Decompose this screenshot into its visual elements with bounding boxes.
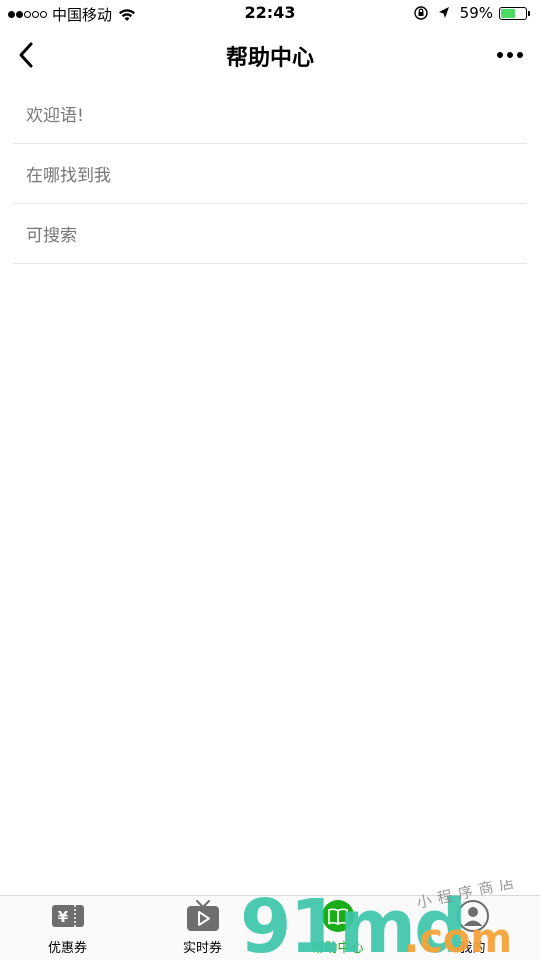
- page-title: 帮助中心: [225, 46, 314, 71]
- tab-label: 实时券: [182, 941, 222, 956]
- coupon-icon: ¥: [51, 905, 84, 927]
- more-dot: [497, 52, 503, 58]
- tab-coupons[interactable]: ¥ 优惠券: [0, 896, 135, 960]
- user-icon: [456, 900, 489, 932]
- more-button[interactable]: [490, 40, 530, 70]
- list-item-where-to-find[interactable]: 在哪找到我: [13, 144, 527, 204]
- more-dot: [517, 52, 523, 58]
- tab-label: 我的: [459, 941, 486, 956]
- tab-help-center[interactable]: 帮助中心: [270, 896, 405, 960]
- help-list: 欢迎语! 在哪找到我 可搜索: [13, 84, 527, 264]
- nav-bar: 帮助中心: [0, 28, 540, 84]
- tv-play-icon: [186, 900, 219, 931]
- more-dot: [507, 52, 513, 58]
- battery-cap: [528, 10, 530, 16]
- status-bar: 中国移动 22:43 59%: [0, 0, 540, 28]
- list-item-welcome[interactable]: 欢迎语!: [13, 84, 527, 144]
- tab-mine[interactable]: 我的: [405, 896, 540, 960]
- list-item-searchable[interactable]: 可搜索: [13, 204, 527, 264]
- location-arrow-icon: [438, 7, 449, 18]
- tab-bar: ¥ 优惠券 实时券 帮助中心 我的: [0, 895, 540, 960]
- tab-realtime[interactable]: 实时券: [135, 896, 270, 960]
- status-right: 59%: [413, 4, 530, 22]
- tab-label: 帮助中心: [311, 941, 364, 956]
- book-icon: [321, 900, 354, 932]
- svg-text:¥: ¥: [57, 908, 68, 926]
- rotation-lock-icon: [413, 6, 428, 20]
- battery-icon: [499, 6, 527, 20]
- battery-fill: [501, 8, 515, 18]
- battery-percent: 59%: [459, 4, 493, 22]
- tab-label: 优惠券: [47, 941, 87, 956]
